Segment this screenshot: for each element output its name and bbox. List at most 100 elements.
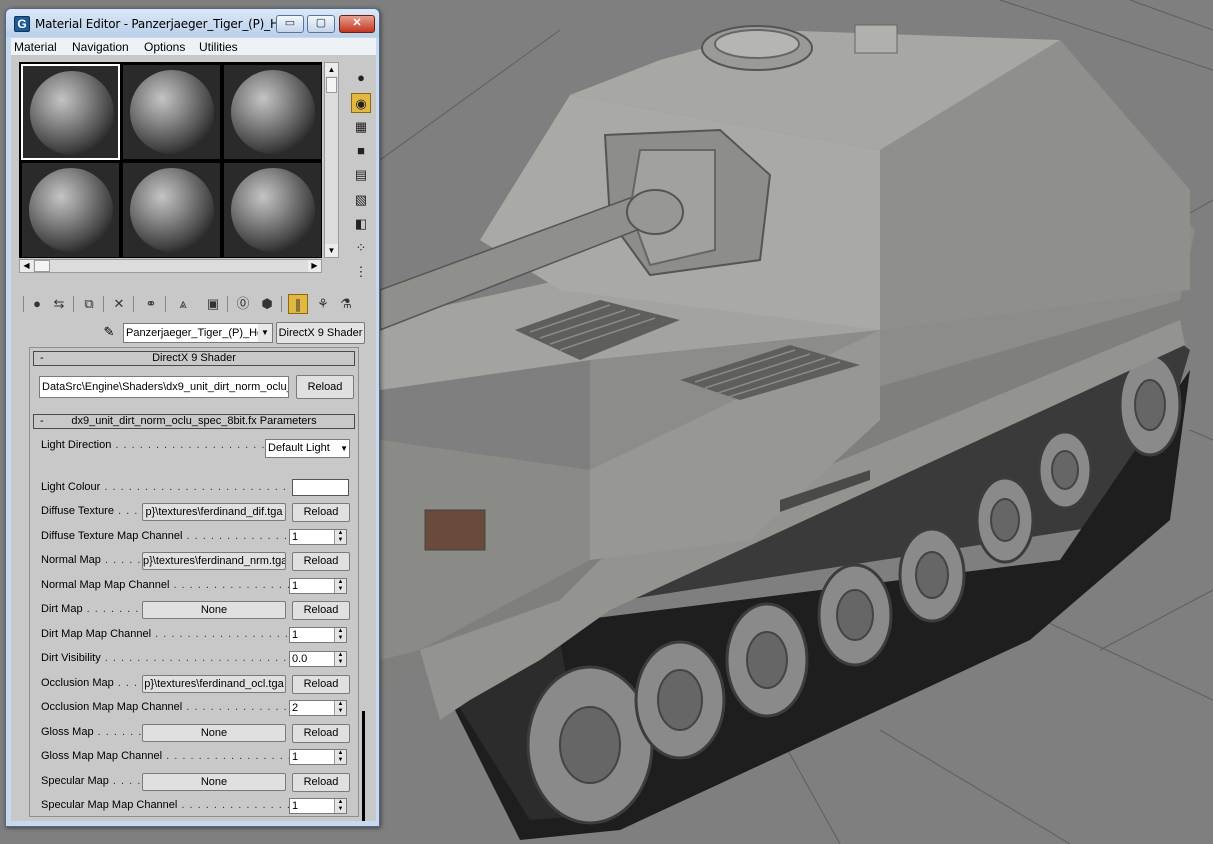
sample-slot[interactable] — [223, 162, 322, 258]
select-by-material-icon[interactable]: ⁘ — [351, 238, 371, 258]
menu-utilities[interactable]: Utilities — [199, 40, 238, 54]
reload-button[interactable]: Reload — [292, 552, 350, 571]
map-slot-button[interactable]: None — [142, 724, 286, 742]
make-preview-icon[interactable]: ▧ — [351, 190, 371, 210]
shader-reload-button[interactable]: Reload — [296, 375, 354, 399]
maximize-button[interactable]: ▢ — [307, 15, 335, 33]
make-unique-icon[interactable]: ⚭ — [141, 294, 161, 314]
sample-slot[interactable] — [122, 64, 221, 160]
map-slot-button[interactable]: None — [142, 601, 286, 619]
sample-slot[interactable] — [21, 162, 120, 258]
map-slot-button[interactable]: p}\textures\ferdinand_dif.tga — [142, 503, 286, 521]
sample-sphere — [130, 168, 214, 252]
light-direction-select[interactable]: Default Light ▼ — [265, 439, 350, 458]
scroll-down-icon[interactable]: ▼ — [325, 244, 338, 257]
menu-navigation[interactable]: Navigation — [72, 40, 129, 54]
chevron-down-icon[interactable]: ▼ — [258, 324, 272, 342]
material-effects-icon[interactable]: ⚗ — [336, 294, 356, 314]
param-label: Gloss Map Map Channel . . . . . . . . . … — [41, 750, 301, 762]
param-label: Occlusion Map . . . . . . . . . . . . . … — [41, 677, 141, 689]
close-button[interactable]: ✕ — [339, 15, 375, 33]
scroll-thumb[interactable] — [34, 260, 50, 272]
backlight-icon[interactable]: ◉ — [351, 93, 371, 113]
get-material-icon[interactable]: ● — [27, 294, 47, 314]
spinner-value: 1 — [292, 751, 299, 763]
reload-button[interactable]: Reload — [292, 675, 350, 694]
spinner-arrows-icon[interactable]: ▲ ▼ — [334, 701, 346, 715]
spinner-arrows-icon[interactable]: ▲ ▼ — [334, 799, 346, 813]
title-bar[interactable]: G Material Editor - Panzerjaeger_Tiger_(… — [6, 9, 379, 37]
minimize-button[interactable]: ▭ — [276, 15, 304, 33]
light-colour-swatch[interactable] — [292, 479, 349, 496]
material-name-field[interactable]: Panzerjaeger_Tiger_(P)_He ▼ — [123, 323, 273, 343]
show-map-in-viewport-icon[interactable]: ⓪ — [233, 294, 253, 314]
shader-rollout-header[interactable]: - DirectX 9 Shader — [33, 351, 355, 366]
spinner-value: 1 — [292, 800, 299, 812]
map-slot-button[interactable]: p}\textures\ferdinand_ocl.tga — [142, 675, 286, 693]
value-spinner[interactable]: 1 ▲ ▼ — [289, 578, 347, 594]
material-toolbar: ● ⇆ ⧉ ✕ ⚭ ⩓ ▣ ⓪ ⬢ ∥ ⚘ ⚗ — [23, 294, 373, 316]
scroll-left-icon[interactable]: ◀ — [20, 260, 33, 272]
sample-slot[interactable] — [21, 64, 120, 160]
reload-button[interactable]: Reload — [292, 503, 350, 522]
options-icon[interactable]: ◧ — [351, 214, 371, 234]
param-label: Dirt Visibility . . . . . . . . . . . . … — [41, 652, 301, 664]
slots-vertical-scrollbar[interactable]: ▲ ▼ — [324, 62, 339, 258]
sample-sphere — [231, 70, 315, 154]
value-spinner[interactable]: 0.0 ▲ ▼ — [289, 651, 347, 667]
sample-sphere — [29, 168, 113, 252]
value-spinner[interactable]: 1 ▲ ▼ — [289, 627, 347, 643]
chevron-down-icon[interactable]: ▼ — [340, 440, 348, 457]
spinner-arrows-icon[interactable]: ▲ ▼ — [334, 579, 346, 593]
menu-options[interactable]: Options — [144, 40, 185, 54]
reload-button[interactable]: Reload — [292, 773, 350, 792]
value-spinner[interactable]: 1 ▲ ▼ — [289, 749, 347, 765]
assign-to-selection-icon[interactable]: ⧉ — [79, 294, 99, 314]
material-id-channel-icon[interactable]: ▣ — [203, 294, 223, 314]
sample-sphere — [30, 71, 114, 155]
value-spinner[interactable]: 2 ▲ ▼ — [289, 700, 347, 716]
shader-path-field[interactable]: DataSrc\Engine\Shaders\dx9_unit_dirt_nor… — [39, 376, 289, 398]
show-end-result-icon[interactable]: ⬢ — [257, 294, 277, 314]
sample-slot[interactable] — [223, 64, 322, 160]
value-spinner[interactable]: 1 ▲ ▼ — [289, 798, 347, 814]
scroll-up-icon[interactable]: ▲ — [325, 63, 338, 76]
material-editor-window[interactable]: G Material Editor - Panzerjaeger_Tiger_(… — [5, 8, 380, 827]
param-label: Specular Map . . . . . . . . . . . . . .… — [41, 775, 141, 787]
spinner-arrows-icon[interactable]: ▲ ▼ — [334, 628, 346, 642]
put-to-library-icon[interactable]: ⩓ — [173, 294, 193, 314]
param-label: Dirt Map . . . . . . . . . . . . . . . .… — [41, 603, 141, 615]
collapse-icon: - — [40, 415, 44, 427]
put-to-scene-icon[interactable]: ⇆ — [49, 294, 69, 314]
material-navigator-icon[interactable]: ⋮ — [351, 262, 371, 282]
sphere-sample-icon[interactable]: ● — [351, 68, 371, 88]
map-slot-button[interactable]: p}\textures\ferdinand_nrm.tga — [142, 552, 286, 570]
param-label: Normal Map Map Channel . . . . . . . . .… — [41, 579, 301, 591]
map-slot-button[interactable]: None — [142, 773, 286, 791]
go-forward-sibling-icon[interactable]: ⚘ — [313, 294, 333, 314]
spinner-arrows-icon[interactable]: ▲ ▼ — [334, 652, 346, 666]
reload-button[interactable]: Reload — [292, 724, 350, 743]
param-label: Diffuse Texture Map Channel . . . . . . … — [41, 530, 301, 542]
pick-material-icon[interactable]: ✎ — [101, 324, 117, 340]
reload-button[interactable]: Reload — [292, 601, 350, 620]
value-spinner[interactable]: 1 ▲ ▼ — [289, 529, 347, 545]
params-rollout-header[interactable]: - dx9_unit_dirt_norm_oclu_spec_8bit.fx P… — [33, 414, 355, 429]
checker-background-icon[interactable]: ▦ — [351, 117, 371, 137]
param-label: Dirt Map Map Channel . . . . . . . . . .… — [41, 628, 301, 640]
scroll-thumb[interactable] — [326, 77, 337, 93]
spinner-arrows-icon[interactable]: ▲ ▼ — [334, 750, 346, 764]
scroll-right-icon[interactable]: ▶ — [308, 260, 321, 272]
material-type-button[interactable]: DirectX 9 Shader — [276, 322, 365, 344]
params-rollout-title: dx9_unit_dirt_norm_oclu_spec_8bit.fx Par… — [71, 415, 317, 427]
reset-map-icon[interactable]: ✕ — [109, 294, 129, 314]
sample-uv-icon[interactable]: ■ — [351, 141, 371, 161]
video-color-check-icon[interactable]: ▤ — [351, 165, 371, 185]
sample-slot[interactable] — [122, 162, 221, 258]
collapse-icon: - — [40, 352, 44, 364]
panel-scrollbar[interactable] — [362, 711, 365, 821]
slots-horizontal-scrollbar[interactable]: ◀ ▶ — [19, 259, 322, 273]
spinner-arrows-icon[interactable]: ▲ ▼ — [334, 530, 346, 544]
go-to-parent-icon[interactable]: ∥ — [288, 294, 308, 314]
menu-material[interactable]: Material — [14, 40, 57, 54]
